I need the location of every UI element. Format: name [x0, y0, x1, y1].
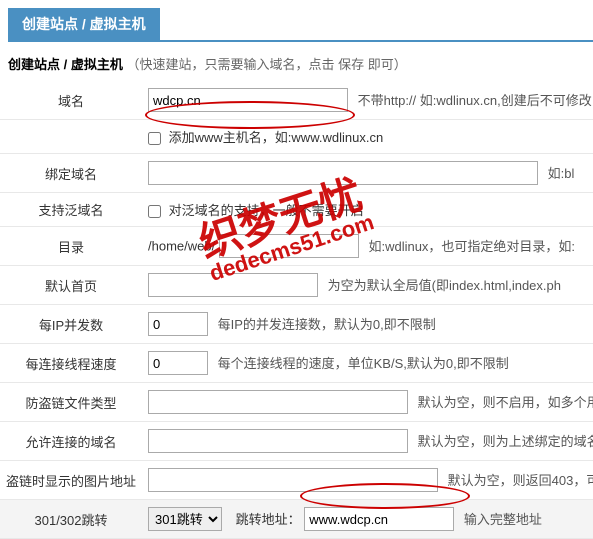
directory-label: 目录	[0, 227, 142, 266]
domain-label: 域名	[0, 81, 142, 120]
index-input[interactable]	[148, 273, 318, 297]
domain-desc: 不带http:// 如:wdlinux.cn,创建后不可修改	[358, 93, 592, 108]
wildcard-checkbox[interactable]	[148, 205, 161, 218]
subtitle-bold: 创建站点 / 虚拟主机	[8, 57, 123, 72]
allow-input[interactable]	[148, 429, 408, 453]
domain-input[interactable]	[148, 88, 348, 112]
thread-input[interactable]	[148, 351, 208, 375]
hotimg-label: 盗链时显示的图片地址	[0, 461, 142, 500]
hotlink-input[interactable]	[148, 390, 408, 414]
directory-prefix: /home/web/	[148, 239, 215, 254]
index-desc: 为空为默认全局值(即index.html,index.ph	[328, 278, 561, 293]
hotimg-input[interactable]	[148, 468, 438, 492]
bind-desc: 如:bl	[548, 166, 575, 181]
directory-input[interactable]	[219, 234, 359, 258]
hotlink-desc: 默认为空，则不启用，如多个用逗号(,)分隔	[418, 395, 593, 410]
subtitle-hint: （快速建站，只需要输入域名，点击 保存 即可）	[126, 57, 406, 72]
bind-input[interactable]	[148, 161, 538, 185]
ipconn-label: 每IP并发数	[0, 305, 142, 344]
page-subtitle: 创建站点 / 虚拟主机 （快速建站，只需要输入域名，点击 保存 即可）	[0, 42, 593, 81]
form-table: 域名 不带http:// 如:wdlinux.cn,创建后不可修改 添加www主…	[0, 81, 593, 539]
hotlink-label: 防盗链文件类型	[0, 383, 142, 422]
addwww-label: 添加www主机名，如:www.wdlinux.cn	[169, 130, 384, 145]
ipconn-input[interactable]	[148, 312, 208, 336]
wildcard-label: 支持泛域名	[0, 193, 142, 227]
redirect-desc: 输入完整地址	[464, 512, 542, 527]
redirect-label: 301/302跳转	[0, 500, 142, 539]
index-label: 默认首页	[0, 266, 142, 305]
thread-label: 每连接线程速度	[0, 344, 142, 383]
allow-label: 允许连接的域名	[0, 422, 142, 461]
tab-create-site[interactable]: 创建站点 / 虚拟主机	[8, 8, 160, 40]
ipconn-desc: 每IP的并发连接数，默认为0,即不限制	[218, 317, 436, 332]
wildcard-desc: 对泛域名的支持，一般不需要开启	[169, 203, 364, 218]
directory-desc: 如:wdlinux，也可指定绝对目录，如:	[368, 239, 575, 254]
thread-desc: 每个连接线程的速度，单位KB/S,默认为0,即不限制	[218, 356, 509, 371]
addwww-checkbox[interactable]	[148, 132, 161, 145]
bind-label: 绑定域名	[0, 154, 142, 193]
jump-label: 跳转地址：	[236, 512, 301, 527]
hotimg-desc: 默认为空，则返回403，可	[448, 473, 593, 488]
allow-desc: 默认为空，则为上述绑定的域名，此处	[418, 434, 593, 449]
